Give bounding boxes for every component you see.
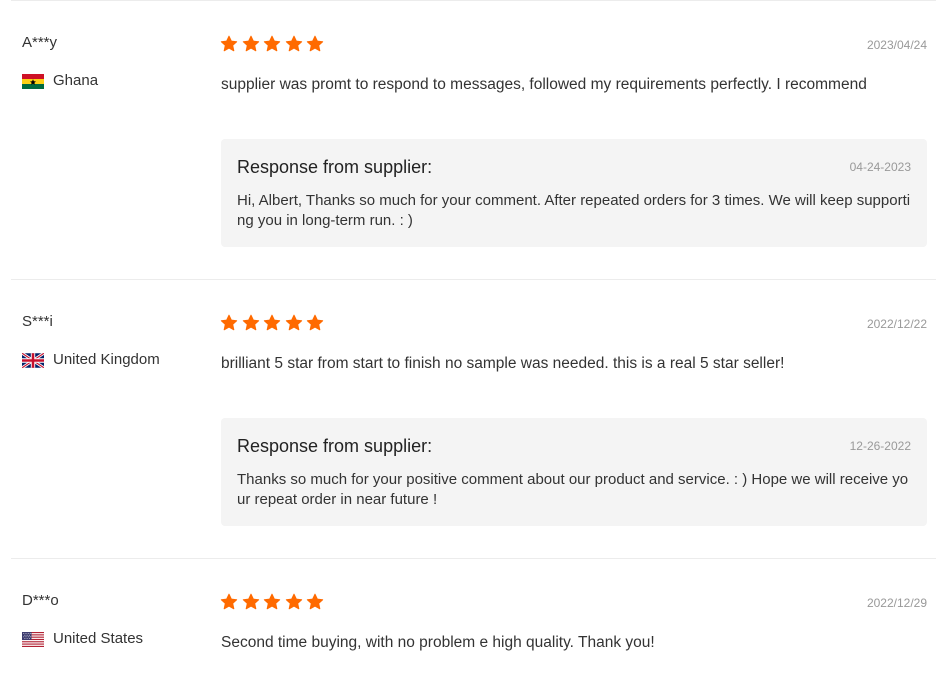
star-rating	[220, 593, 328, 612]
review-text: Second time buying, with no problem e hi…	[221, 634, 655, 651]
review-date: 2022/12/22	[866, 317, 927, 331]
buyer-country: United States	[22, 629, 143, 649]
response-text: Thanks so much for your positive comment…	[237, 471, 909, 508]
review-item: S***i United Kingdom 2022/12/22 brillian…	[0, 279, 943, 559]
review-text: brilliant 5 star from start to finish no…	[221, 355, 785, 372]
united-states-flag-icon	[22, 631, 44, 647]
review-date: 2022/12/29	[866, 596, 927, 610]
buyer-name: S***i	[22, 313, 53, 330]
review-date: 2023/04/24	[866, 38, 927, 52]
buyer-name: D***o	[22, 592, 59, 609]
response-text: Hi, Albert, Thanks so much for your comm…	[237, 192, 911, 229]
response-title: Response from supplier:	[237, 436, 433, 456]
supplier-response: Response from supplier: 04-24-2023 Hi, A…	[221, 139, 927, 247]
star-icon	[306, 314, 324, 331]
star-icon	[263, 593, 281, 610]
star-icon	[263, 314, 281, 331]
star-rating	[220, 35, 328, 54]
star-rating	[220, 314, 328, 333]
country-name: United Kingdom	[53, 351, 160, 368]
united-kingdom-flag-icon	[22, 352, 44, 368]
star-icon	[285, 314, 302, 331]
star-icon	[242, 314, 259, 331]
star-icon	[285, 35, 302, 52]
buyer-country: Ghana	[22, 71, 98, 91]
star-icon	[242, 593, 259, 610]
star-icon	[306, 593, 324, 610]
response-date: 04-24-2023	[849, 160, 911, 174]
star-icon	[242, 35, 259, 52]
buyer-name: A***y	[22, 34, 58, 51]
star-icon	[220, 314, 238, 331]
response-date: 12-26-2022	[849, 439, 911, 453]
star-icon	[220, 35, 238, 52]
country-name: United States	[53, 630, 144, 647]
ghana-flag-icon	[22, 73, 44, 89]
review-item: D***o United States 2022/12/29 Second ti…	[0, 558, 943, 674]
buyer-country: United Kingdom	[22, 350, 160, 370]
supplier-response: Response from supplier: 12-26-2022 Thank…	[221, 418, 927, 526]
review-list: A***y Ghana 2023/04/24 supplier was prom…	[0, 0, 943, 674]
star-icon	[306, 35, 324, 52]
star-icon	[285, 593, 302, 610]
star-icon	[220, 593, 238, 610]
star-icon	[263, 35, 281, 52]
review-item: A***y Ghana 2023/04/24 supplier was prom…	[0, 0, 943, 280]
review-text: supplier was promt to respond to message…	[221, 76, 867, 93]
country-name: Ghana	[53, 72, 99, 89]
response-title: Response from supplier:	[237, 157, 433, 177]
